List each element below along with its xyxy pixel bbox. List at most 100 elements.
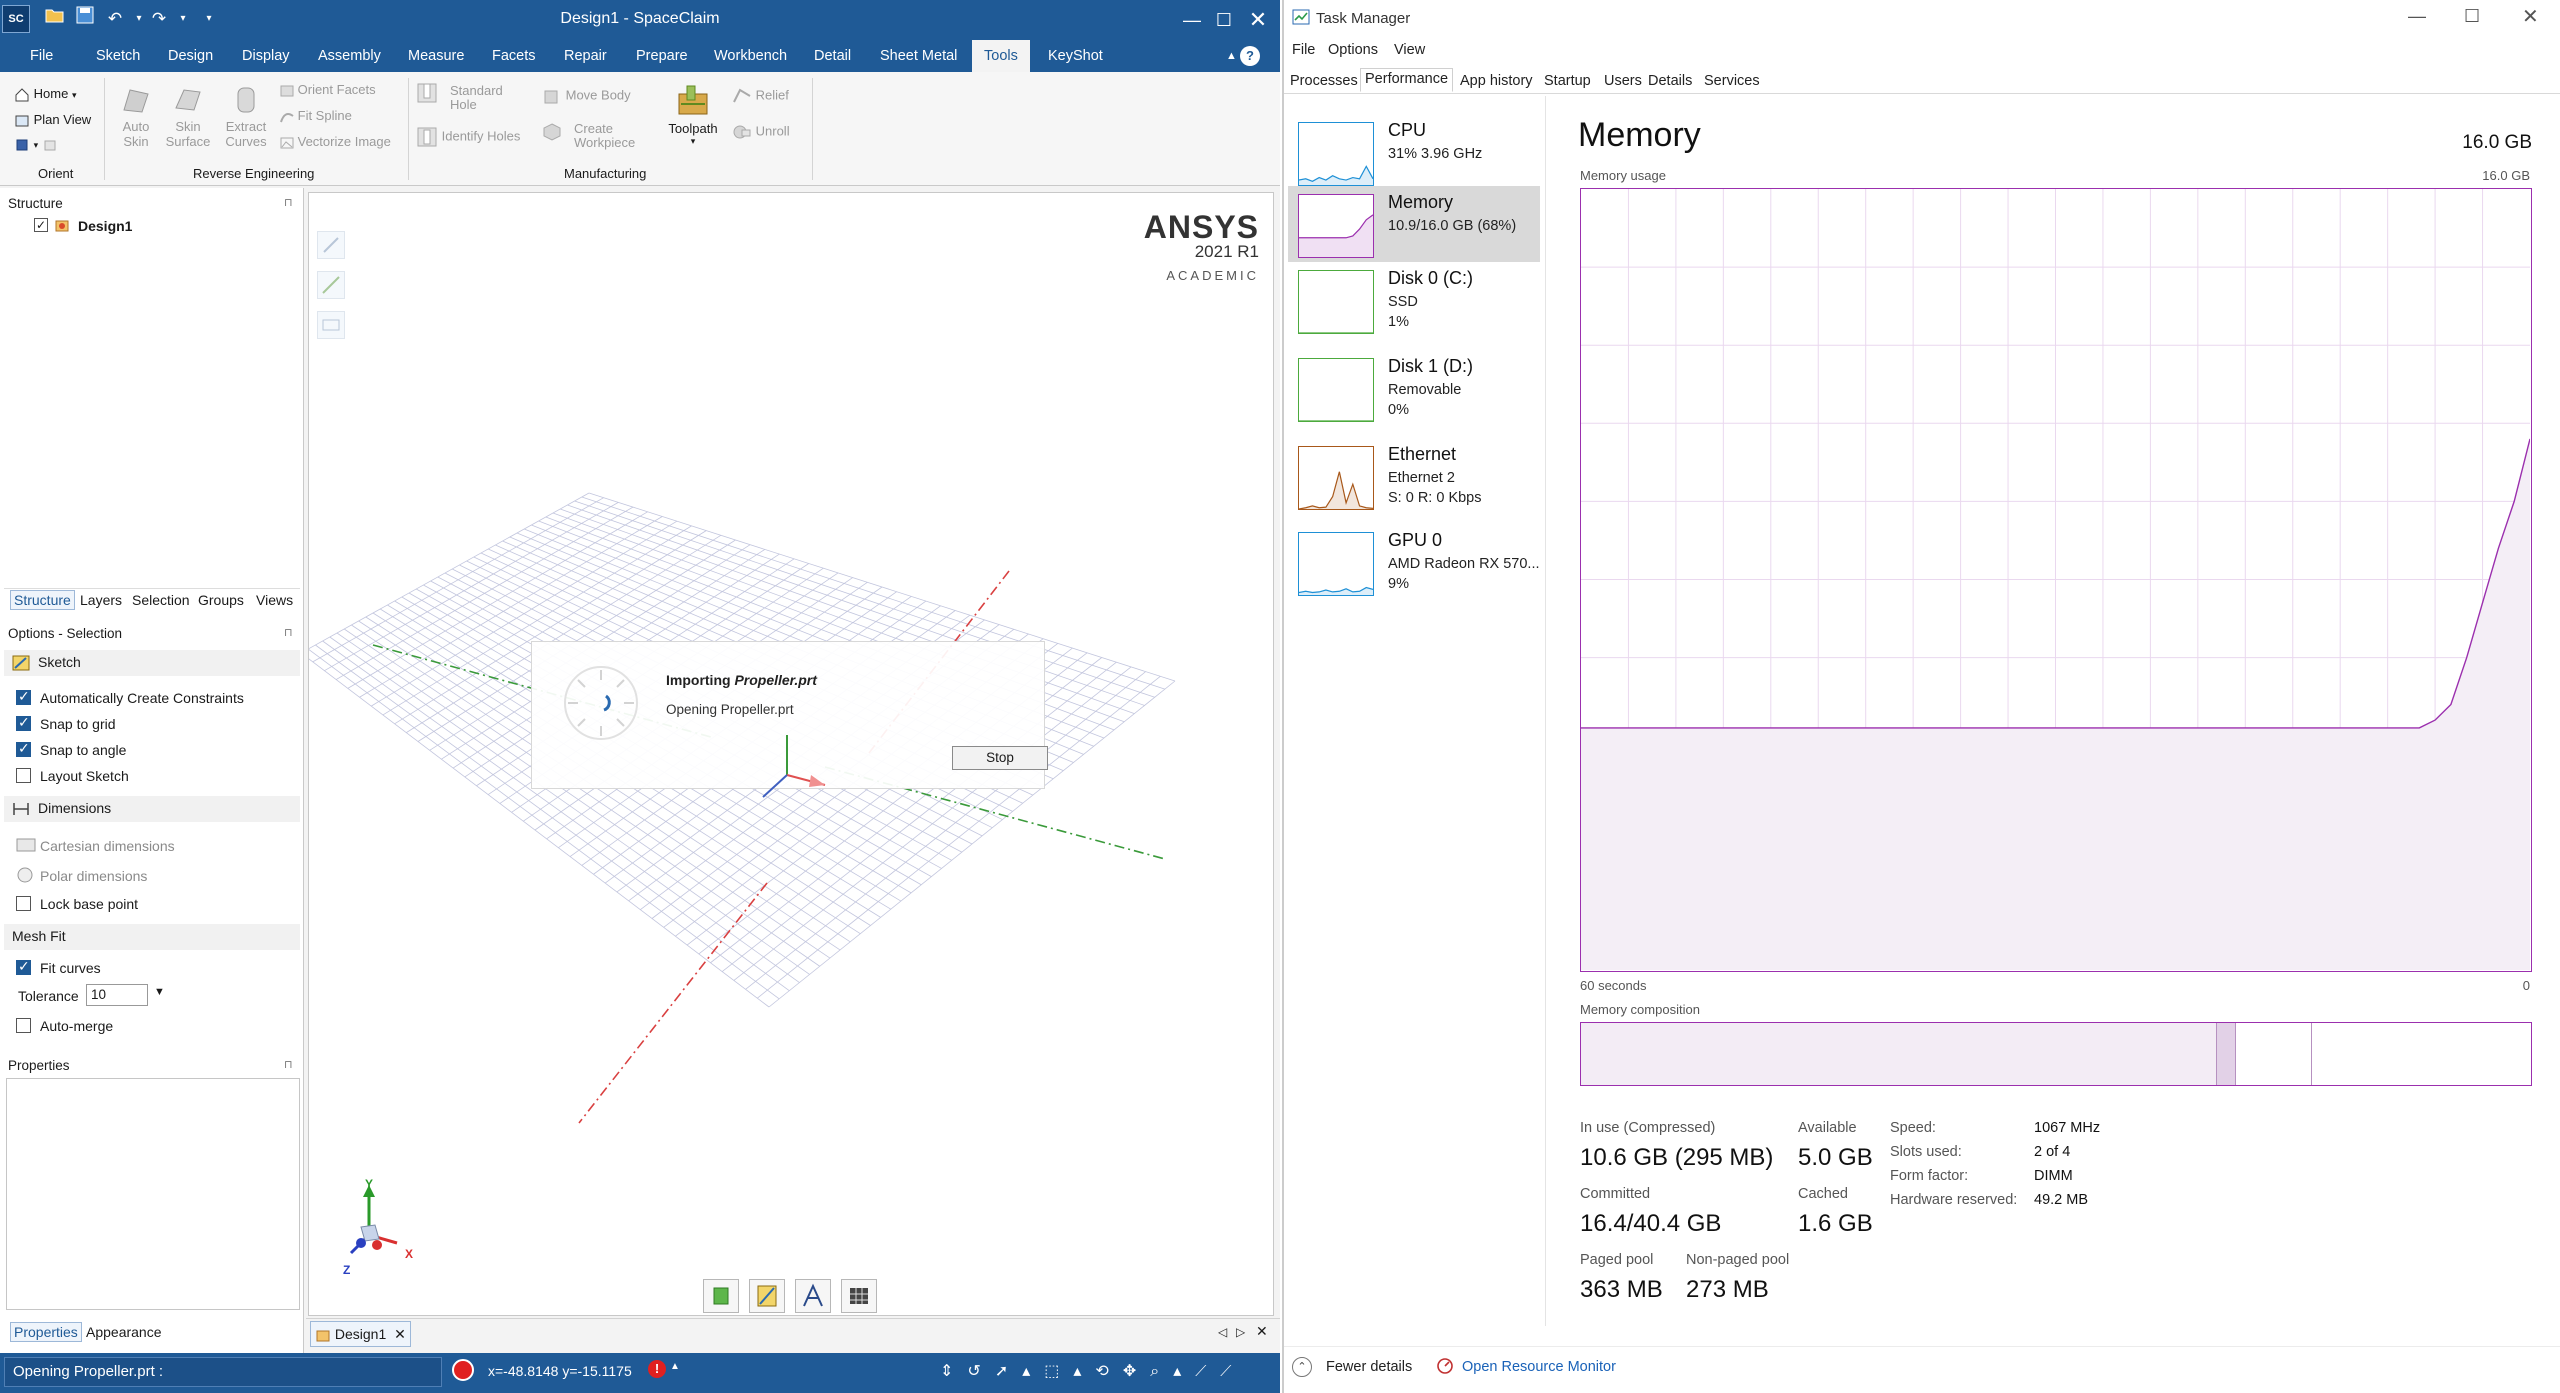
select-tool-icon[interactable] [317, 231, 345, 259]
tm-maximize-icon[interactable]: ☐ [2464, 6, 2480, 27]
document-tab-design1[interactable]: Design1 ✕ [310, 1321, 411, 1347]
tab-sheet-metal[interactable]: Sheet Metal [868, 40, 969, 72]
orbit-icon[interactable]: ⟲ [1095, 1363, 1122, 1380]
lock-base-point-checkbox[interactable] [16, 896, 31, 911]
move-icon[interactable]: ✥ [1123, 1363, 1150, 1380]
tm-minimize-icon[interactable]: — [2408, 6, 2426, 27]
scroll-tabs-right-icon[interactable]: ▷ [1236, 1325, 1245, 1339]
tab-layers[interactable]: Layers [80, 592, 122, 608]
pin-icon[interactable]: ⊓ [284, 626, 293, 639]
standard-hole-button[interactable] [416, 82, 438, 104]
snap-icon[interactable]: ⟋ [1195, 1363, 1220, 1380]
orient-facets-button[interactable]: Orient Facets [280, 82, 376, 98]
plan-view-button[interactable]: Plan View [14, 112, 91, 129]
fit-curves-checkbox[interactable] [16, 958, 31, 975]
tab-services[interactable]: Services [1700, 71, 1764, 95]
view-dropdown-icon[interactable]: ▾ [34, 140, 39, 150]
tab-details[interactable]: Details [1644, 71, 1696, 95]
tm-close-icon[interactable]: ✕ [2522, 4, 2539, 29]
create-workpiece-button[interactable] [542, 122, 562, 142]
help-icon[interactable]: ? [1240, 46, 1260, 66]
fewer-details-chevron-icon[interactable]: ⌃ [1292, 1357, 1312, 1377]
tab-users[interactable]: Users [1600, 71, 1646, 95]
pan-icon[interactable]: ⇕ [940, 1363, 967, 1380]
menu-options[interactable]: Options [1328, 42, 1378, 58]
tab-views[interactable]: Views [256, 592, 293, 608]
close-tab-icon[interactable]: ✕ [394, 1326, 406, 1342]
vectorize-image-button[interactable]: Vectorize Image [280, 134, 391, 150]
close-all-tabs-icon[interactable]: ✕ [1256, 1323, 1268, 1340]
tab-keyshot[interactable]: KeyShot [1036, 40, 1115, 72]
tab-measure[interactable]: Measure [396, 40, 476, 72]
tab-workbench[interactable]: Workbench [702, 40, 799, 72]
tolerance-input[interactable]: 10 [86, 984, 148, 1006]
error-icon[interactable]: ! [648, 1360, 666, 1378]
auto-merge-checkbox[interactable] [16, 1018, 31, 1033]
tab-startup[interactable]: Startup [1540, 71, 1595, 95]
home-button[interactable]: Home ▾ [14, 86, 76, 103]
tab-app-history[interactable]: App history [1456, 71, 1537, 95]
snap-to-angle-checkbox[interactable] [16, 740, 31, 757]
rotate-icon[interactable]: ↺ [967, 1363, 994, 1380]
toolpath-dropdown-icon[interactable]: ▾ [664, 136, 722, 147]
sketch-mode-icon[interactable] [317, 271, 345, 299]
3d-viewport[interactable]: ANSYS 2021 R1 ACADEMIC Importing Propell… [308, 192, 1274, 1316]
device-item[interactable]: Ethernet Ethernet 2 S: 0 R: 0 Kbps [1288, 438, 1540, 514]
tab-structure[interactable]: Structure [10, 590, 75, 610]
tab-selection[interactable]: Selection [132, 592, 190, 608]
device-item[interactable]: GPU 0 AMD Radeon RX 570... 9% [1288, 524, 1540, 600]
tab-detail[interactable]: Detail [802, 40, 863, 72]
measure-icon[interactable]: ⟋ [1220, 1363, 1245, 1380]
design-visibility-checkbox[interactable]: ✓ [34, 218, 48, 232]
snap-view-icon[interactable] [42, 137, 58, 153]
section-mode-icon[interactable] [317, 311, 345, 339]
stop-button[interactable]: Stop [952, 746, 1048, 770]
zoom-icon[interactable]: ⌕ [1150, 1363, 1173, 1380]
tab-prepare[interactable]: Prepare [624, 40, 700, 72]
menu-file[interactable]: File [1292, 42, 1315, 58]
identify-holes-button[interactable]: Identify Holes [416, 126, 520, 148]
home-dropdown-icon[interactable]: ▾ [72, 90, 77, 100]
device-item[interactable]: Memory 10.9/16.0 GB (68%) [1288, 186, 1540, 262]
box-select-dropdown-icon[interactable]: ▴ [1073, 1363, 1095, 1380]
structure-root-item[interactable]: Design1 [78, 218, 132, 234]
extract-curves-button[interactable]: Extract Curves [220, 84, 272, 149]
solid-display-button[interactable] [703, 1279, 739, 1313]
menu-view[interactable]: View [1394, 42, 1425, 58]
sketch-plane-button[interactable] [749, 1279, 785, 1313]
relief-button[interactable]: Relief [732, 86, 789, 106]
tab-design[interactable]: Design [156, 40, 225, 72]
tab-tools[interactable]: Tools [972, 40, 1030, 72]
pin-icon[interactable]: ⊓ [284, 1058, 293, 1071]
toolpath-button[interactable]: Toolpath ▾ [664, 84, 722, 147]
snap-to-grid-checkbox[interactable] [16, 714, 31, 731]
scroll-tabs-left-icon[interactable]: ◁ [1218, 1325, 1227, 1339]
tab-processes[interactable]: Processes [1286, 71, 1362, 95]
device-item[interactable]: Disk 0 (C:) SSD 1% [1288, 262, 1540, 338]
box-select-icon[interactable]: ⬚ [1044, 1363, 1073, 1380]
device-item[interactable]: Disk 1 (D:) Removable 0% [1288, 350, 1540, 426]
tab-properties[interactable]: Properties [10, 1322, 82, 1342]
cartesian-dimensions-icon[interactable] [16, 838, 36, 852]
layout-sketch-checkbox[interactable] [16, 768, 31, 783]
selection-tools[interactable]: ⇕↺➚▴⬚▴⟲✥⌕▴⟋⟋ [940, 1361, 1245, 1381]
close-icon[interactable]: ✕ [1238, 4, 1278, 36]
zoom-dropdown-icon[interactable]: ▴ [1173, 1363, 1195, 1380]
tab-groups[interactable]: Groups [198, 592, 244, 608]
pin-icon[interactable]: ⊓ [284, 196, 293, 209]
tab-assembly[interactable]: Assembly [306, 40, 393, 72]
polar-dimensions-radio[interactable] [16, 866, 34, 884]
open-resource-monitor-link[interactable]: Open Resource Monitor [1462, 1359, 1616, 1375]
tab-repair[interactable]: Repair [552, 40, 619, 72]
tab-sketch[interactable]: Sketch [84, 40, 152, 72]
unroll-button[interactable]: Unroll [732, 122, 790, 142]
move-body-button[interactable]: Move Body [542, 86, 631, 106]
skin-surface-button[interactable]: Skin Surface [162, 84, 214, 149]
tab-display[interactable]: Display [230, 40, 302, 72]
fit-spline-button[interactable]: Fit Spline [280, 108, 352, 124]
record-icon[interactable] [452, 1359, 474, 1381]
view-cube-button[interactable]: ▾ [14, 136, 58, 153]
tab-performance[interactable]: Performance [1360, 68, 1454, 92]
tab-appearance[interactable]: Appearance [86, 1324, 162, 1340]
fewer-details-link[interactable]: Fewer details [1326, 1359, 1412, 1375]
